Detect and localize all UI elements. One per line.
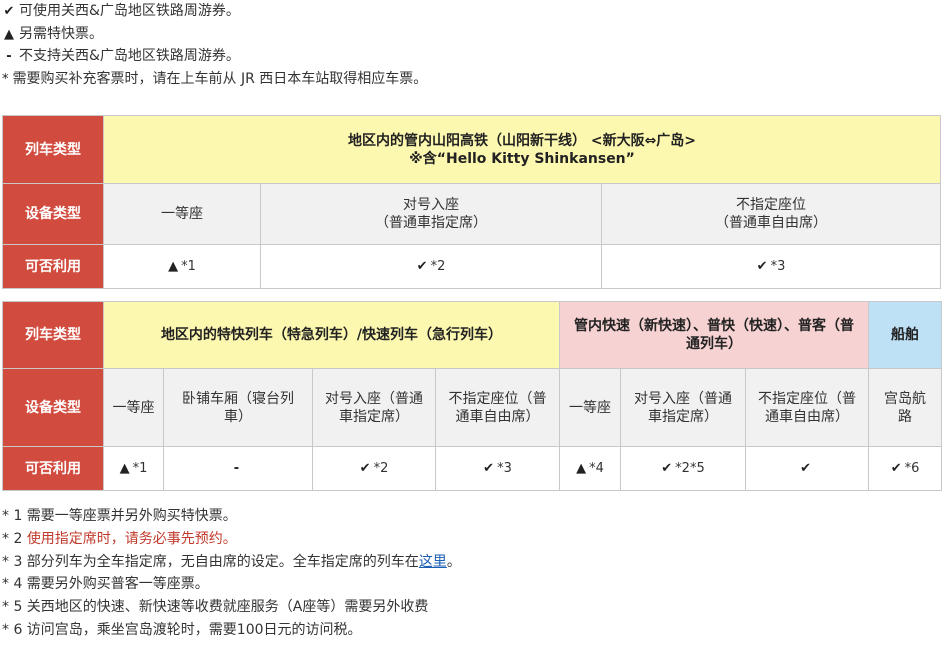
seat-cell: 宫岛航路 [868,368,943,447]
note-ref: *2 [430,259,446,274]
footnote-3-suffix: 。 [446,553,461,570]
availability-cell: ▲ *1 [103,244,261,289]
seat-cell: 不指定座位 （普通車自由席） [600,183,942,245]
footnote-3: * 3 部分列车为全车指定席，无自由席的设定。全车指定席的列车在这里。 [2,551,461,574]
footnote-6: * 6 访问宫岛，乘坐宫岛渡轮时，需要100日元的访问税。 [2,621,362,638]
dash-icon: - [233,461,240,476]
legend-text: 另需特快票。 [19,25,103,42]
check-icon: ✔ [359,461,371,476]
check-icon: ✔ [416,259,428,274]
availability-cell: ▲ *1 [103,446,164,491]
availability-cell: ✔ *3 [600,244,942,289]
legend-item-triangle: ▲ 另需特快票。 [2,23,427,46]
availability-cell: ✔ [744,446,870,491]
check-icon: ✔ [3,4,15,19]
footnote-2: * 2 使用指定席时，请务必事先预约。 [2,528,461,551]
seat-cell: 卧铺车厢（寝台列車） [163,368,313,447]
seat-cell: 对号入座（普通車指定席） [312,368,436,447]
footnote-3-text: * 3 部分列车为全车指定席，无自由席的设定。全车指定席的列车在 [2,553,419,570]
here-link[interactable]: 这里 [419,554,447,570]
availability-cell: ✔ *2*5 [620,446,746,491]
availability-cell: ✔ *3 [435,446,560,491]
row-label-availability: 可否利用 [2,244,104,289]
row-label-train-type: 列车类型 [2,115,104,184]
seat-name: 不指定座位 [736,197,807,213]
availability-cell: ✔ *2 [260,244,602,289]
availability-cell: - [163,446,313,491]
triangle-icon: ▲ [4,26,14,42]
shinkansen-table: 列车类型 地区内的管内山阳高铁（山阳新干线） <新大阪⇔广岛> ※含“Hello… [2,115,942,289]
regional-trains-table: 列车类型 地区内的特快列车（特急列车）/快速列车（急行列车） 管内快速（新快速）… [2,301,943,491]
check-icon: ✔ [483,461,495,476]
note-ref: *1 [132,461,148,476]
triangle-icon: ▲ [119,461,130,476]
footnote-5: * 5 关西地区的快速、新快速等收费就座服务（A座等）需要另外收费 [2,599,429,616]
triangle-icon: ▲ [576,461,587,476]
seat-subname: （普通車自由席） [715,215,828,231]
availability-cell: ✔ *6 [868,446,943,491]
seat-cell: 一等座 [559,368,621,447]
check-icon: ✔ [661,461,673,476]
footnote-2-warning: 使用指定席时，请务必事先预约。 [26,530,237,547]
triangle-icon: ▲ [168,259,179,274]
legend-text: 可使用关西&广岛地区铁路周游券。 [19,3,240,19]
row-label-seat-type: 设备类型 [2,183,104,245]
seat-name: 对号入座 [403,197,459,213]
note-ref: *3 [497,461,512,476]
footnotes: * 1 需要一等座票并另外购买特快票。 * 2 使用指定席时，请务必事先预约。 … [2,505,461,642]
note-ref: *6 [904,461,920,476]
seat-cell: 不指定座位（普通車自由席） [744,368,870,447]
asterisk-icon: * [2,71,9,87]
legend-item-asterisk: * 需要购买补充客票时，请在上车前从 JR 西日本车站取得相应车票。 [2,68,427,91]
footnote-2-prefix: * 2 [2,530,27,547]
legend-text: 不支持关西&广岛地区铁路周游券。 [19,48,240,64]
seat-subname: （普通車指定席） [375,215,487,231]
seat-cell: 一等座 [103,368,164,447]
group-ferry: 船舶 [868,301,943,369]
check-icon: ✔ [800,461,811,476]
legend: ✔ 可使用关西&广岛地区铁路周游券。 ▲ 另需特快票。 - 不支持关西&广岛地区铁路周… [2,0,427,90]
train-title-cell: 地区内的管内山阳高铁（山阳新干线） <新大阪⇔广岛> ※含“Hello Kitt… [102,115,942,184]
row-label-availability: 可否利用 [2,446,104,491]
note-ref: *4 [589,461,604,476]
legend-item-check: ✔ 可使用关西&广岛地区铁路周游券。 [2,0,427,23]
group-local-trains: 管内快速（新快速）、普快（快速）、普客（普通列车） [558,301,870,369]
train-title: 地区内的管内山阳高铁（山阳新干线） <新大阪⇔广岛> [347,132,697,149]
seat-cell: 对号入座 （普通車指定席） [260,183,602,245]
dash-icon: - [6,49,12,64]
footnote-1: * 1 需要一等座票并另外购买特快票。 [2,508,237,524]
note-ref: *3 [770,259,786,274]
footnote-4: * 4 需要另外购买普客一等座票。 [2,576,209,593]
legend-text: 需要购买补充客票时，请在上车前从 JR 西日本车站取得相应车票。 [12,70,428,87]
seat-cell: 不指定座位（普通車自由席） [435,368,560,447]
note-ref: *2*5 [675,461,705,476]
check-icon: ✔ [890,461,902,476]
seat-cell: 一等座 [103,183,261,245]
row-label-seat-type: 设备类型 [2,368,104,447]
availability-cell: ✔ *2 [312,446,436,491]
legend-item-dash: - 不支持关西&广岛地区铁路周游券。 [2,45,427,68]
note-ref: *2 [373,461,389,476]
note-ref: *1 [181,259,196,274]
group-limited-express: 地区内的特快列车（特急列车）/快速列车（急行列车） [103,301,560,369]
seat-name: 一等座 [161,206,203,222]
seat-cell: 对号入座（普通車指定席） [620,368,746,447]
availability-cell: ▲ *4 [559,446,621,491]
train-subtitle: ※含“Hello Kitty Shinkansen” [409,150,635,167]
row-label-train-type: 列车类型 [2,301,104,369]
check-icon: ✔ [756,259,768,274]
